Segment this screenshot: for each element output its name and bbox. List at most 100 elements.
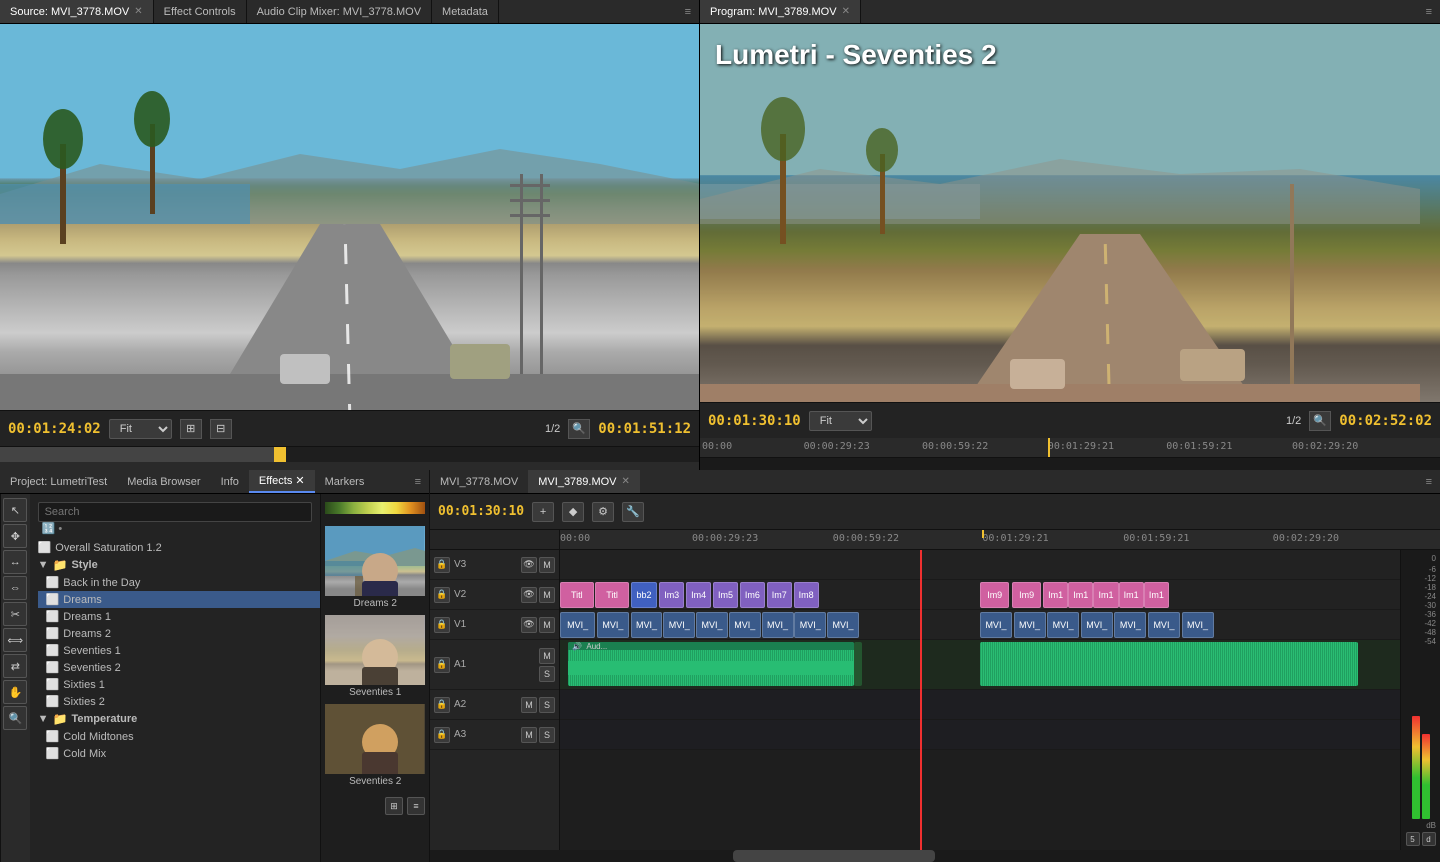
preview-dreams-2[interactable]: Dreams 2	[325, 526, 425, 611]
program-fit-select[interactable]: Fit 25% 50% 75% 100%	[809, 411, 872, 431]
clip-v2-im4[interactable]: Im4	[686, 582, 711, 608]
program-zoom-btn[interactable]: 🔍	[1309, 411, 1331, 431]
timeline-panel-menu[interactable]: ≡	[1418, 476, 1440, 488]
clip-v1-9[interactable]: MVI_	[827, 612, 859, 638]
timeline-tab-mvi-3789[interactable]: MVI_3789.MOV ✕	[528, 470, 640, 493]
timeline-scrollbar[interactable]	[430, 850, 1440, 862]
track-lock-a1[interactable]: 🔒	[434, 657, 450, 673]
preview-seventies-1[interactable]: Seventies 1	[325, 615, 425, 700]
tool-slip[interactable]: ⟺	[3, 628, 27, 652]
clip-v1-7[interactable]: MVI_	[762, 612, 794, 638]
source-tab-effect-controls[interactable]: Effect Controls	[154, 0, 247, 23]
track-lock-v1[interactable]: 🔒	[434, 617, 450, 633]
clip-v1-4[interactable]: MVI_	[663, 612, 695, 638]
clip-v1-16[interactable]: MVI_	[1182, 612, 1214, 638]
source-insert-btn[interactable]: ⊞	[180, 419, 202, 439]
track-solo-a2[interactable]: S	[539, 697, 555, 713]
tree-folder-style[interactable]: ▼ 📁 Style	[30, 556, 321, 574]
clip-v1-3[interactable]: MVI_	[631, 612, 663, 638]
preview-seventies-2[interactable]: Seventies 2	[325, 704, 425, 789]
source-overwrite-btn[interactable]: ⊟	[210, 419, 232, 439]
audio-clip-a1-left[interactable]: 🔊 Aud...	[568, 642, 854, 686]
clip-v1-6[interactable]: MVI_	[729, 612, 761, 638]
tree-item-seventies-2[interactable]: ⬜ Seventies 2	[38, 659, 321, 676]
preview-footer-btn-2[interactable]: ≡	[407, 797, 425, 815]
tree-item-sixties-1[interactable]: ⬜ Sixties 1	[38, 676, 321, 693]
clip-v2-im5[interactable]: Im5	[713, 582, 738, 608]
clip-v1-15[interactable]: MVI_	[1148, 612, 1180, 638]
meter-btn-5[interactable]: 5	[1406, 832, 1420, 846]
track-solo-a3[interactable]: S	[539, 727, 555, 743]
track-mute-v3[interactable]: M	[539, 557, 555, 573]
preview-footer-btn-1[interactable]: ⊞	[385, 797, 403, 815]
tool-roll[interactable]: ⇔	[3, 576, 27, 600]
source-zoom-btn[interactable]: 🔍	[568, 419, 590, 439]
tool-ripple[interactable]: ↔	[3, 550, 27, 574]
source-tab-close[interactable]: ✕	[134, 6, 142, 17]
tree-item-cold-midtones[interactable]: ⬜ Cold Midtones	[38, 728, 321, 745]
tab-info[interactable]: Info	[211, 470, 249, 493]
program-panel-menu[interactable]: ≡	[1418, 6, 1440, 18]
clip-v2-im7[interactable]: Im7	[767, 582, 792, 608]
track-eye-v2[interactable]: 👁	[521, 587, 537, 603]
track-mute-a2[interactable]: M	[521, 697, 537, 713]
clip-v2-im8[interactable]: Im8	[794, 582, 819, 608]
tree-item-back-in-the-day[interactable]: ⬜ Back in the Day	[38, 574, 321, 591]
tl-btn-wrench[interactable]: 🔧	[622, 502, 644, 522]
track-mute-v2[interactable]: M	[539, 587, 555, 603]
track-solo-a1[interactable]: S	[539, 666, 555, 682]
clip-v2-im6[interactable]: Im6	[740, 582, 765, 608]
source-panel-menu[interactable]: ≡	[677, 6, 699, 18]
tool-arrow[interactable]: ↖	[3, 498, 27, 522]
clip-v1-12[interactable]: MVI_	[1047, 612, 1079, 638]
clip-v2-im1b[interactable]: Im1	[1068, 582, 1093, 608]
tool-slide[interactable]: ⇄	[3, 654, 27, 678]
track-lock-a3[interactable]: 🔒	[434, 727, 450, 743]
clip-v1-10[interactable]: MVI_	[980, 612, 1012, 638]
timeline-scrollbar-thumb[interactable]	[733, 850, 935, 862]
tab-project[interactable]: Project: LumetriTest	[0, 470, 117, 493]
track-mute-v1[interactable]: M	[539, 617, 555, 633]
tl-btn-settings[interactable]: ⚙	[592, 502, 614, 522]
meter-btn-dB[interactable]: d	[1422, 832, 1436, 846]
track-mute-a3[interactable]: M	[521, 727, 537, 743]
source-fit-select[interactable]: Fit 25% 50% 75% 100%	[109, 419, 172, 439]
clip-v2-im3[interactable]: Im3	[659, 582, 684, 608]
clip-v1-14[interactable]: MVI_	[1114, 612, 1146, 638]
tool-hand[interactable]: ✋	[3, 680, 27, 704]
clip-v2-titl2[interactable]: Titl	[595, 582, 629, 608]
clip-v1-11[interactable]: MVI_	[1014, 612, 1046, 638]
tab-media-browser[interactable]: Media Browser	[117, 470, 210, 493]
tab-markers[interactable]: Markers	[315, 470, 375, 493]
tree-item-seventies-1[interactable]: ⬜ Seventies 1	[38, 642, 321, 659]
clip-v2-im9b[interactable]: Im9	[1012, 582, 1041, 608]
clip-v1-8[interactable]: MVI_	[794, 612, 826, 638]
tree-folder-temperature[interactable]: ▼ 📁 Temperature	[30, 710, 321, 728]
clip-v2-im9a[interactable]: Im9	[980, 582, 1009, 608]
clip-v1-2[interactable]: MVI_	[597, 612, 629, 638]
tl-btn-marker[interactable]: ◆	[562, 502, 584, 522]
timeline-tab-mvi-3778[interactable]: MVI_3778.MOV	[430, 470, 528, 493]
tree-item-dreams-2[interactable]: ⬜ Dreams 2	[38, 625, 321, 642]
clip-v2-titl1[interactable]: Titl	[560, 582, 594, 608]
clip-v2-im1e[interactable]: Im1	[1144, 582, 1169, 608]
track-lock-v3[interactable]: 🔒	[434, 557, 450, 573]
clip-v1-1[interactable]: MVI_	[560, 612, 595, 638]
clip-v2-bb2[interactable]: bb2	[631, 582, 656, 608]
tl-btn-add-track[interactable]: +	[532, 502, 554, 522]
source-scrubber[interactable]	[0, 446, 699, 462]
effects-panel-menu[interactable]: ≡	[407, 476, 429, 488]
clip-v2-im1d[interactable]: Im1	[1119, 582, 1144, 608]
audio-clip-a1-right[interactable]	[980, 642, 1358, 686]
clip-v1-13[interactable]: MVI_	[1081, 612, 1113, 638]
tree-item-dreams-1[interactable]: ⬜ Dreams 1	[38, 608, 321, 625]
track-mute-a1[interactable]: M	[539, 648, 555, 664]
track-eye-v3[interactable]: 👁	[521, 557, 537, 573]
tree-item-overall-saturation[interactable]: ⬜ Overall Saturation 1.2	[30, 539, 321, 556]
source-tab-source[interactable]: Source: MVI_3778.MOV ✕	[0, 0, 154, 23]
program-tab-main[interactable]: Program: MVI_3789.MOV ✕	[700, 0, 861, 23]
track-eye-v1[interactable]: 👁	[521, 617, 537, 633]
source-tab-audio-mixer[interactable]: Audio Clip Mixer: MVI_3778.MOV	[247, 0, 432, 23]
track-lock-v2[interactable]: 🔒	[434, 587, 450, 603]
effects-search-input[interactable]	[38, 502, 313, 522]
